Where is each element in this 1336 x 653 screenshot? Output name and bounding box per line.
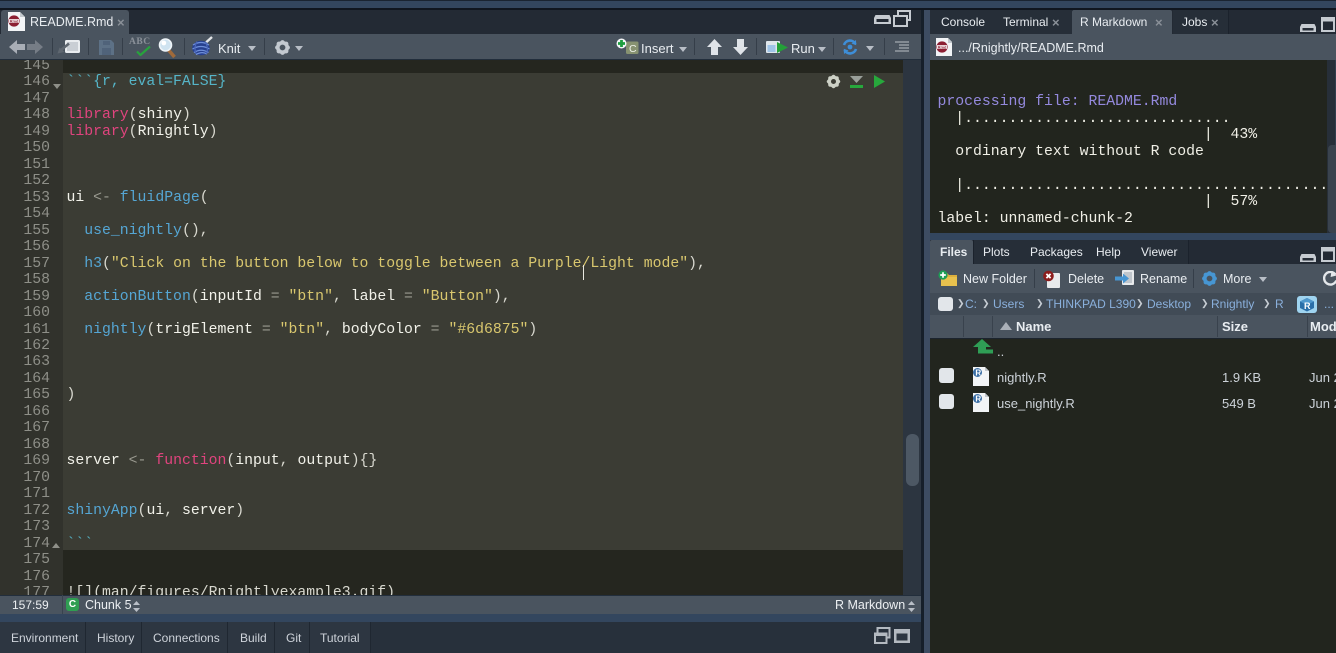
- svg-text:Rmd: Rmd: [10, 18, 19, 23]
- svg-text:R: R: [1304, 301, 1311, 311]
- svg-text:C: C: [629, 43, 637, 55]
- svg-text:Rmd: Rmd: [938, 44, 947, 49]
- svg-text:R: R: [975, 369, 981, 378]
- svg-text:R: R: [975, 395, 981, 404]
